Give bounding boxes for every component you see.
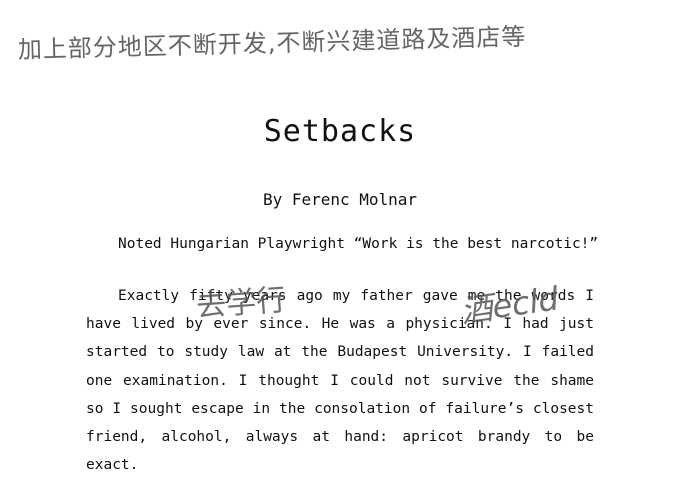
document-byline: By Ferenc Molnar (262, 190, 418, 209)
document-subtitle: Noted Hungarian Playwright “Work is the … (118, 236, 599, 252)
handwritten-annotation-top: 加上部分地区不断开发,不断兴建道路及酒店等 (17, 22, 527, 64)
document-title: Setbacks (263, 114, 417, 149)
handwritten-note-left: 去学行 (195, 282, 288, 325)
document-page: 加上部分地区不断开发,不断兴建道路及酒店等 Setbacks By Ferenc… (0, 0, 680, 474)
